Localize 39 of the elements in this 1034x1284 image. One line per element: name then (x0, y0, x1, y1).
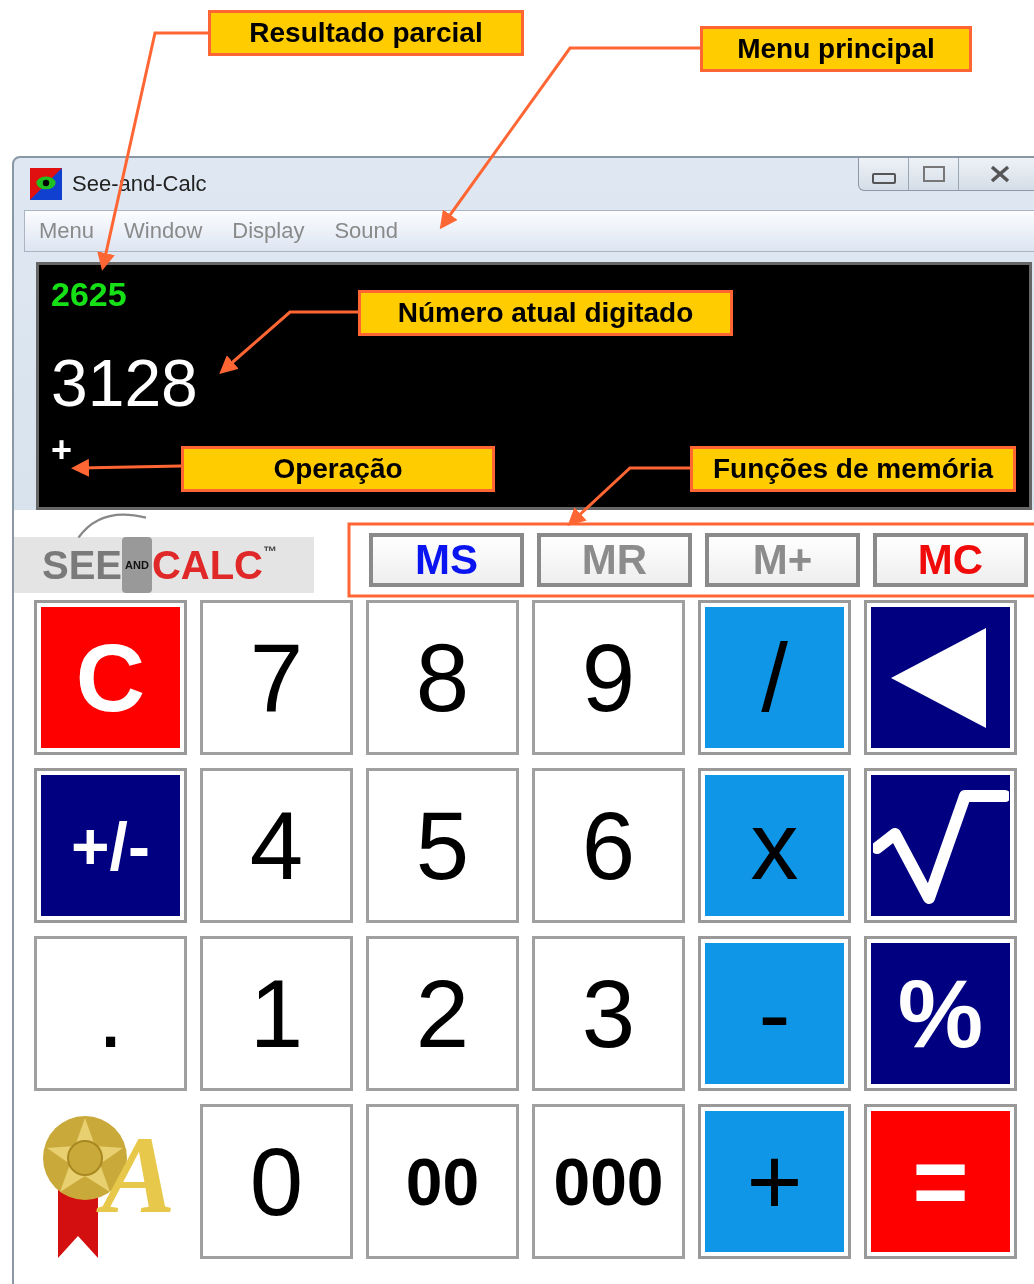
calculator-key[interactable]: . (34, 936, 187, 1091)
calculator-key[interactable]: + (698, 1104, 851, 1259)
calculator-key[interactable]: 4 (200, 768, 353, 923)
logo-text: AND (122, 537, 152, 593)
backspace-button[interactable] (864, 600, 1017, 755)
logo-text: SEE (42, 542, 123, 588)
calculator-key[interactable]: % (864, 936, 1017, 1091)
operation-sign: + (51, 432, 73, 468)
calculator-key[interactable]: 3 (532, 936, 685, 1091)
annotation-label: Menu principal (700, 26, 972, 72)
calculator-key[interactable]: 8 (366, 600, 519, 755)
calculator-key[interactable]: 6 (532, 768, 685, 923)
close-icon (989, 165, 1011, 183)
annotation-label: Operação (181, 446, 495, 492)
calculator-key[interactable]: 2 (366, 936, 519, 1091)
trademark-sign: ™ (263, 543, 277, 559)
app-icon (30, 168, 62, 200)
calculator-key[interactable]: 5 (366, 768, 519, 923)
calculator-key[interactable]: x (698, 768, 851, 923)
memory-button[interactable]: MS (369, 533, 524, 587)
calculator-key[interactable]: C (34, 600, 187, 755)
calculator-key[interactable]: 1 (200, 936, 353, 1091)
calculator-key[interactable]: 00 (366, 1104, 519, 1259)
calculator-key[interactable]: +/- (34, 768, 187, 923)
annotation-label: Número atual digitado (358, 290, 733, 336)
calculator-key[interactable]: / (698, 600, 851, 755)
partial-result: 2625 (51, 275, 127, 314)
memory-button[interactable]: MC (873, 533, 1028, 587)
calculator-key[interactable]: 000 (532, 1104, 685, 1259)
logo-text: CALC (151, 542, 263, 588)
annotation-label: Resultado parcial (208, 10, 524, 56)
calculator-key[interactable]: 0 (200, 1104, 353, 1259)
calculator-key[interactable]: - (698, 936, 851, 1091)
square-root-button[interactable] (864, 768, 1017, 923)
calculator-key[interactable]: 9 (532, 600, 685, 755)
current-number: 3128 (51, 350, 198, 416)
calculator-key[interactable]: 7 (200, 600, 353, 755)
calculator-key[interactable]: = (864, 1104, 1017, 1259)
annotation-label: Funções de memória (690, 446, 1016, 492)
